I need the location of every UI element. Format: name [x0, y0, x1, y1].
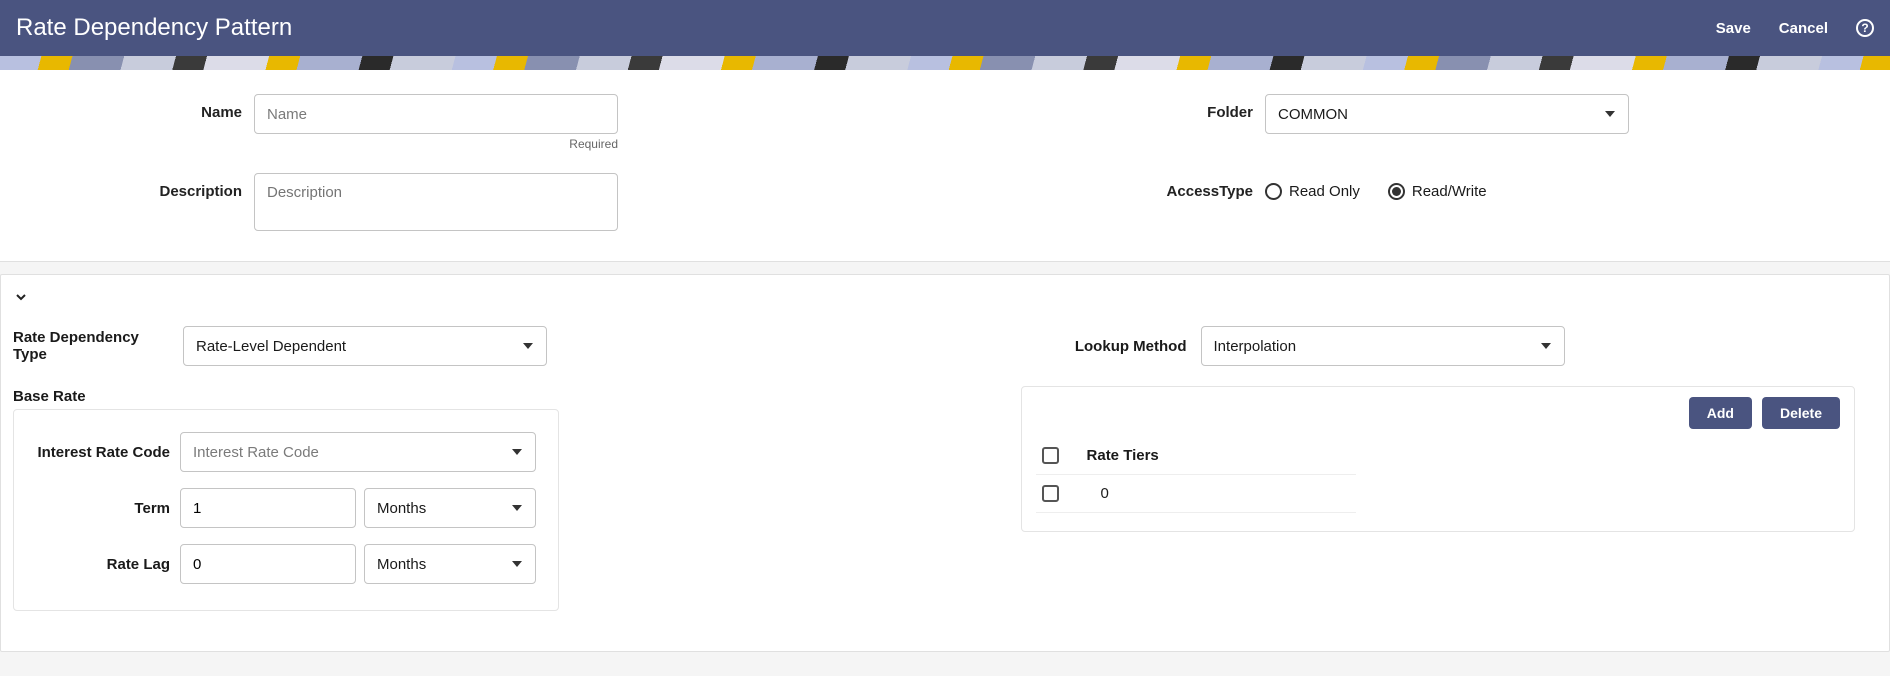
name-input[interactable]: [254, 94, 618, 134]
page-header: Rate Dependency Pattern Save Cancel ?: [0, 0, 1890, 56]
accesstype-readwrite-radio[interactable]: Read/Write: [1388, 183, 1487, 200]
folder-label: Folder: [1145, 94, 1265, 121]
radio-icon: [1265, 183, 1282, 200]
add-tier-button[interactable]: Add: [1689, 397, 1752, 429]
cancel-button[interactable]: Cancel: [1779, 20, 1828, 37]
table-row: 0: [1036, 475, 1356, 513]
select-all-checkbox[interactable]: [1042, 447, 1059, 464]
base-rate-fieldset: Interest Rate Code Interest Rate Code Te…: [13, 409, 559, 611]
term-input[interactable]: [180, 488, 356, 528]
name-label: Name: [24, 94, 254, 121]
rate-lag-label: Rate Lag: [24, 556, 180, 573]
top-form-panel: Name Required Folder COMMON Description …: [0, 70, 1890, 262]
interest-rate-code-label: Interest Rate Code: [24, 444, 180, 461]
lookup-method-select[interactable]: Interpolation: [1201, 326, 1565, 366]
base-rate-section-label: Base Rate: [1, 378, 1021, 409]
radio-icon-selected: [1388, 183, 1405, 200]
rate-tiers-header-row: Rate Tiers: [1036, 437, 1356, 475]
description-label: Description: [24, 173, 254, 200]
rate-tiers-column-header: Rate Tiers: [1087, 447, 1159, 464]
accesstype-readonly-radio[interactable]: Read Only: [1265, 183, 1360, 200]
description-input[interactable]: [254, 173, 618, 231]
decorative-banner: [0, 56, 1890, 70]
dependency-details-panel: Rate Dependency Type Rate-Level Dependen…: [0, 274, 1890, 652]
rate-lag-input[interactable]: [180, 544, 356, 584]
accesstype-label: AccessType: [1145, 173, 1265, 200]
rate-dependency-type-label: Rate Dependency Type: [13, 329, 183, 363]
collapse-toggle[interactable]: [1, 289, 1889, 318]
term-label: Term: [24, 500, 180, 517]
term-unit-select[interactable]: Months: [364, 488, 536, 528]
accesstype-readwrite-label: Read/Write: [1412, 183, 1487, 200]
row-checkbox[interactable]: [1042, 485, 1059, 502]
delete-tier-button[interactable]: Delete: [1762, 397, 1840, 429]
rate-dependency-type-select[interactable]: Rate-Level Dependent: [183, 326, 547, 366]
help-icon[interactable]: ?: [1856, 19, 1874, 37]
rate-tiers-panel: Add Delete Rate Tiers 0: [1021, 386, 1855, 532]
header-actions: Save Cancel ?: [1716, 19, 1874, 37]
lookup-method-label: Lookup Method: [1071, 338, 1201, 355]
rate-tier-value: 0: [1087, 485, 1109, 502]
accesstype-readonly-label: Read Only: [1289, 183, 1360, 200]
chevron-down-icon: [13, 289, 29, 310]
name-required-hint: Required: [254, 137, 618, 151]
accesstype-radio-group: Read Only Read/Write: [1265, 173, 1487, 200]
rate-lag-unit-select[interactable]: Months: [364, 544, 536, 584]
save-button[interactable]: Save: [1716, 20, 1751, 37]
folder-select[interactable]: COMMON: [1265, 94, 1629, 134]
page-title: Rate Dependency Pattern: [16, 14, 292, 42]
interest-rate-code-select[interactable]: Interest Rate Code: [180, 432, 536, 472]
